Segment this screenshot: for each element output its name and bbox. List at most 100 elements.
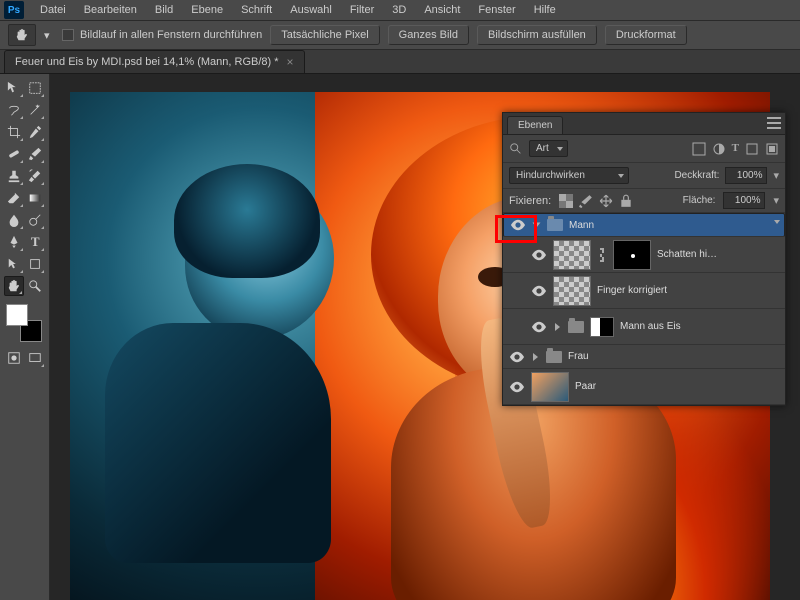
menu-ansicht[interactable]: Ansicht — [416, 2, 468, 18]
pen-tool[interactable] — [4, 232, 24, 252]
layer-thumbnail[interactable] — [531, 372, 569, 402]
lock-move-icon[interactable] — [599, 194, 613, 208]
print-size-button[interactable]: Druckformat — [605, 25, 687, 45]
opacity-input[interactable]: 100% — [725, 167, 767, 184]
stamp-tool[interactable] — [4, 166, 24, 186]
layer-filter-row: Art T — [503, 135, 785, 163]
foreground-color[interactable] — [6, 304, 28, 326]
blur-tool[interactable] — [4, 210, 24, 230]
panel-menu-icon[interactable] — [767, 117, 781, 129]
shape-tool[interactable] — [26, 254, 46, 274]
menu-hilfe[interactable]: Hilfe — [526, 2, 564, 18]
layer-name[interactable]: Paar — [575, 381, 596, 392]
mask-thumbnail[interactable] — [590, 317, 614, 337]
menu-bild[interactable]: Bild — [147, 2, 181, 18]
wand-tool[interactable] — [26, 100, 46, 120]
layer-group-mann-eis[interactable]: Mann aus Eis — [503, 309, 785, 345]
filter-shape-icon[interactable] — [745, 142, 759, 156]
filter-pixel-icon[interactable] — [692, 142, 706, 156]
menu-bearbeiten[interactable]: Bearbeiten — [76, 2, 145, 18]
hand-tool[interactable] — [4, 276, 24, 296]
layer-name[interactable]: Mann aus Eis — [620, 321, 681, 332]
layer-name[interactable]: Frau — [568, 351, 589, 362]
artwork-man — [105, 182, 371, 600]
gradient-tool[interactable] — [26, 188, 46, 208]
history-brush-tool[interactable] — [26, 166, 46, 186]
layer-name[interactable]: Mann — [569, 220, 594, 231]
dodge-tool[interactable] — [26, 210, 46, 230]
layer-finger[interactable]: Finger korrigiert — [503, 273, 785, 309]
filter-type-select[interactable]: Art — [529, 140, 568, 157]
close-icon[interactable]: × — [287, 55, 294, 69]
visibility-toggle[interactable] — [510, 217, 526, 233]
fill-screen-button[interactable]: Bildschirm ausfüllen — [477, 25, 597, 45]
layer-group-mann[interactable]: Mann — [503, 213, 785, 237]
menu-ebene[interactable]: Ebene — [183, 2, 231, 18]
filter-type-icon[interactable]: T — [732, 142, 739, 156]
visibility-toggle[interactable] — [531, 319, 547, 335]
eye-icon — [532, 320, 546, 334]
fit-screen-button[interactable]: Ganzes Bild — [388, 25, 469, 45]
zoom-tool[interactable] — [26, 276, 45, 296]
lasso-tool[interactable] — [4, 100, 24, 120]
opacity-dropdown-icon[interactable]: ▾ — [773, 169, 779, 182]
panel-tab-bar: Ebenen — [503, 113, 785, 135]
scroll-all-checkbox[interactable]: Bildlauf in allen Fenstern durchführen — [62, 29, 262, 41]
eyedropper-tool[interactable] — [26, 122, 46, 142]
layer-name[interactable]: Finger korrigiert — [597, 285, 667, 296]
options-bar: ▾ Bildlauf in allen Fenstern durchführen… — [0, 20, 800, 50]
filter-adjust-icon[interactable] — [712, 142, 726, 156]
menu-3d[interactable]: 3D — [384, 2, 414, 18]
screenmode-toggle[interactable] — [26, 348, 46, 368]
layer-name[interactable]: Schatten hi… — [657, 249, 717, 260]
heal-tool[interactable] — [4, 144, 24, 164]
layer-paar[interactable]: Paar — [503, 369, 785, 405]
type-tool[interactable]: T — [26, 232, 46, 252]
menu-schrift[interactable]: Schrift — [233, 2, 280, 18]
fill-input[interactable]: 100% — [723, 192, 765, 209]
move-tool[interactable] — [4, 78, 24, 98]
scroll-all-label: Bildlauf in allen Fenstern durchführen — [80, 29, 262, 41]
folder-icon — [547, 219, 563, 231]
blend-mode-select[interactable]: Hindurchwirken — [509, 167, 629, 184]
app-logo: Ps — [4, 1, 24, 19]
tool-preset-dropdown[interactable]: ▾ — [44, 29, 54, 42]
filter-smart-icon[interactable] — [765, 142, 779, 156]
fill-dropdown-icon[interactable]: ▾ — [773, 194, 779, 207]
color-swatches[interactable] — [4, 304, 44, 342]
expand-icon[interactable] — [533, 223, 541, 228]
menu-fenster[interactable]: Fenster — [470, 2, 523, 18]
layers-tab[interactable]: Ebenen — [507, 116, 563, 134]
menu-auswahl[interactable]: Auswahl — [282, 2, 340, 18]
path-tool[interactable] — [4, 254, 24, 274]
document-tab[interactable]: Feuer und Eis by MDI.psd bei 14,1% (Mann… — [4, 50, 305, 73]
actual-pixels-button[interactable]: Tatsächliche Pixel — [270, 25, 379, 45]
folder-icon — [568, 321, 584, 333]
menu-datei[interactable]: Datei — [32, 2, 74, 18]
brush-tool[interactable] — [26, 144, 46, 164]
layer-schatten[interactable]: Schatten hi… — [503, 237, 785, 273]
active-tool-indicator[interactable] — [8, 24, 36, 46]
eraser-tool[interactable] — [4, 188, 24, 208]
hand-icon — [15, 28, 29, 42]
visibility-toggle[interactable] — [509, 349, 525, 365]
layer-thumbnail[interactable] — [553, 240, 591, 270]
lock-transparency-icon[interactable] — [559, 194, 573, 208]
lock-all-icon[interactable] — [619, 194, 633, 208]
visibility-toggle[interactable] — [531, 247, 547, 263]
visibility-toggle[interactable] — [531, 283, 547, 299]
expand-icon[interactable] — [533, 353, 538, 361]
layers-list: Mann Schatten hi… Finger korrigiert Mann… — [503, 213, 785, 405]
layer-group-frau[interactable]: Frau — [503, 345, 785, 369]
visibility-toggle[interactable] — [509, 379, 525, 395]
quickmask-toggle[interactable] — [4, 348, 24, 368]
crop-tool[interactable] — [4, 122, 24, 142]
marquee-tool[interactable] — [26, 78, 46, 98]
menu-filter[interactable]: Filter — [342, 2, 382, 18]
blend-opacity-row: Hindurchwirken Deckkraft: 100% ▾ — [503, 163, 785, 189]
search-icon — [509, 142, 523, 156]
expand-icon[interactable] — [555, 323, 560, 331]
lock-paint-icon[interactable] — [579, 194, 593, 208]
layer-thumbnail[interactable] — [553, 276, 591, 306]
mask-thumbnail[interactable] — [613, 240, 651, 270]
